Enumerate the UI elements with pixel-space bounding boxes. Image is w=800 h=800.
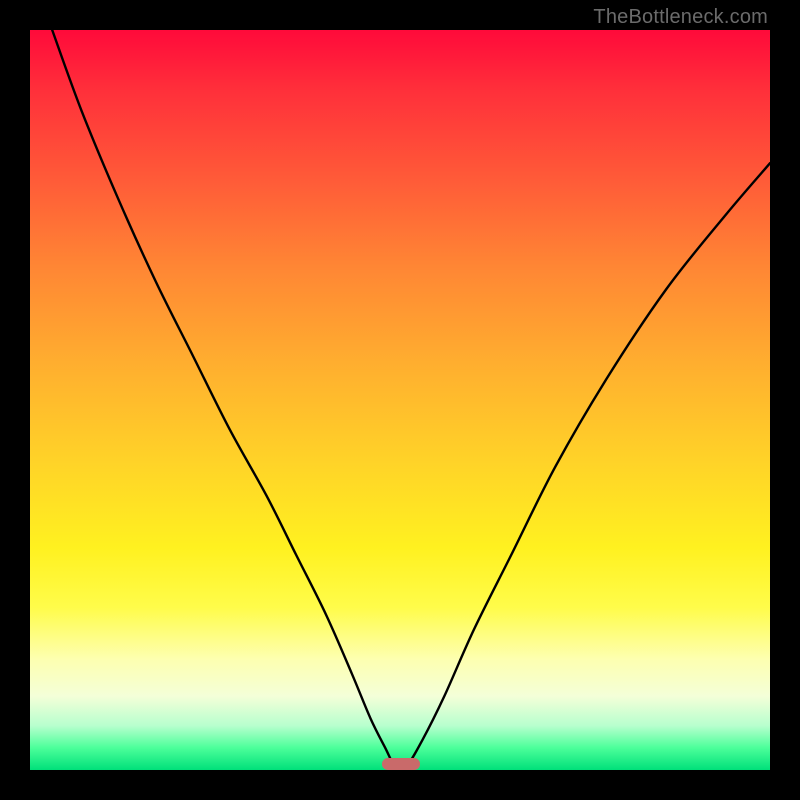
chart-frame: TheBottleneck.com: [0, 0, 800, 800]
curve-svg: [30, 30, 770, 770]
watermark-text: TheBottleneck.com: [593, 6, 768, 29]
minimum-marker: [382, 758, 421, 770]
bottleneck-curve: [52, 30, 770, 770]
plot-area: [30, 30, 770, 770]
